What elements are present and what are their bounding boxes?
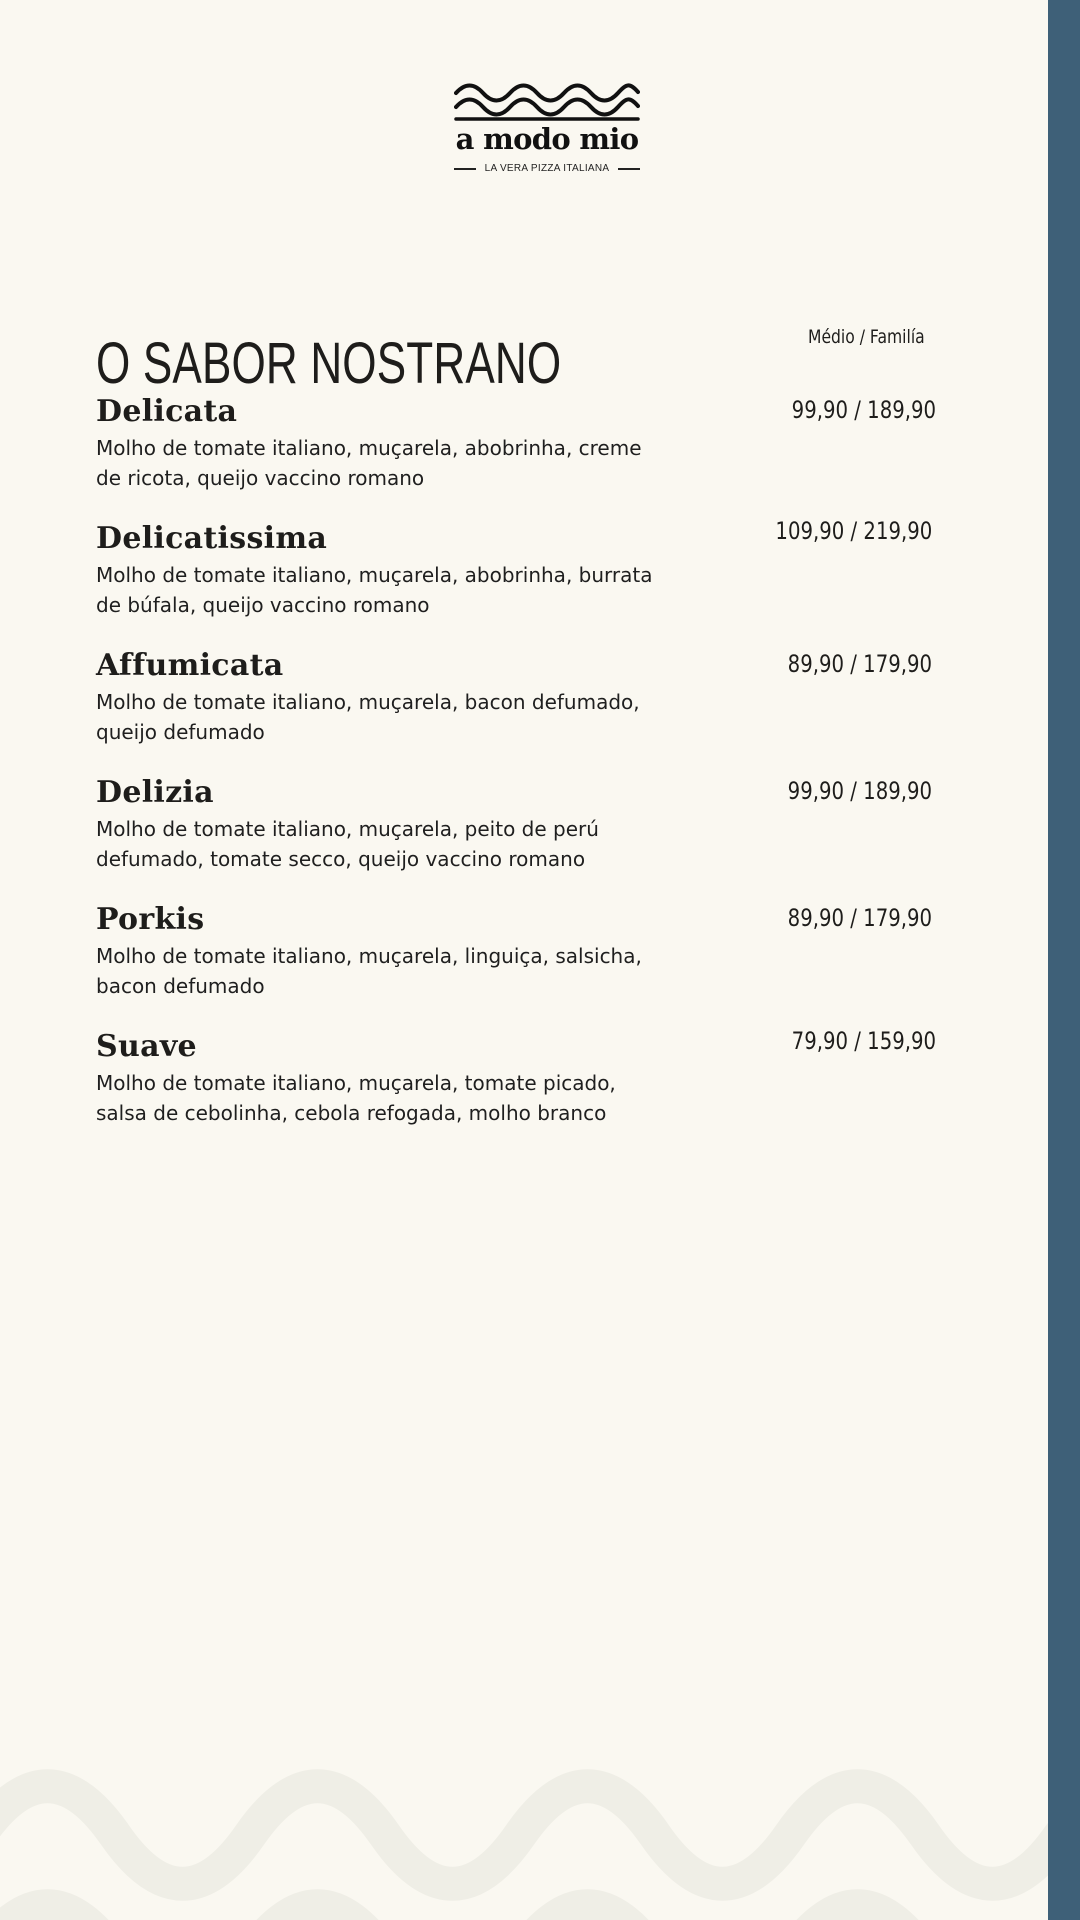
menu-item-name: Delicatissima <box>96 521 328 556</box>
menu-item-description: Molho de tomate italiano, muçarela, toma… <box>96 1071 616 1125</box>
menu-item: Porkis Molho de tomate italiano, muçarel… <box>96 899 936 1014</box>
menu-item-name: Suave <box>96 1029 197 1064</box>
waves-logo-icon <box>454 83 640 121</box>
price-size-label: Médio / Familía <box>808 326 925 348</box>
menu-item-price: 99,90 / 189,90 <box>787 777 932 805</box>
menu-item-description: Molho de tomate italiano, muçarela, baco… <box>96 690 640 744</box>
restaurant-logo: a modo mio LA VERA PIZZA ITALIANA <box>454 82 640 178</box>
logo-tagline-text: LA VERA PIZZA ITALIANA <box>484 163 610 174</box>
menu-item-price: 79,90 / 159,90 <box>791 1027 936 1055</box>
menu-item-price: 89,90 / 179,90 <box>787 904 932 932</box>
logo-tagline: LA VERA PIZZA ITALIANA <box>454 160 640 178</box>
decorative-waves-icon <box>0 1769 1048 1920</box>
menu-item-description: Molho de tomate italiano, muçarela, ling… <box>96 944 642 998</box>
menu-item: Delicata Molho de tomate italiano, muçar… <box>96 391 936 506</box>
logo-name: a modo mio <box>455 122 639 156</box>
menu-item-description: Molho de tomate italiano, muçarela, abob… <box>96 563 653 617</box>
menu-item-name: Porkis <box>96 902 205 937</box>
menu-item: Affumicata Molho de tomate italiano, muç… <box>96 645 936 760</box>
menu-item-description: Molho de tomate italiano, muçarela, peit… <box>96 817 599 871</box>
menu-item-price: 99,90 / 189,90 <box>791 396 936 424</box>
menu-item: Delizia Molho de tomate italiano, muçare… <box>96 772 936 887</box>
menu-item-price: 109,90 / 219,90 <box>775 517 932 545</box>
menu-item: Suave Molho de tomate italiano, muçarela… <box>96 1026 936 1141</box>
tagline-left-rule <box>454 168 476 170</box>
tagline-right-rule <box>618 168 640 170</box>
menu-item-name: Delizia <box>96 775 214 810</box>
menu-page: a modo mio LA VERA PIZZA ITALIANA O SABO… <box>0 0 1048 1920</box>
menu-item-description: Molho de tomate italiano, muçarela, abob… <box>96 436 642 490</box>
menu-item-price: 89,90 / 179,90 <box>787 650 932 678</box>
menu-item-name: Delicata <box>96 394 238 429</box>
menu-item-name: Affumicata <box>96 648 284 683</box>
side-color-stripe <box>1048 0 1080 1920</box>
menu-item: Delicatissima Molho de tomate italiano, … <box>96 517 936 633</box>
menu-section-heading: O SABOR NOSTRANO <box>96 330 562 396</box>
